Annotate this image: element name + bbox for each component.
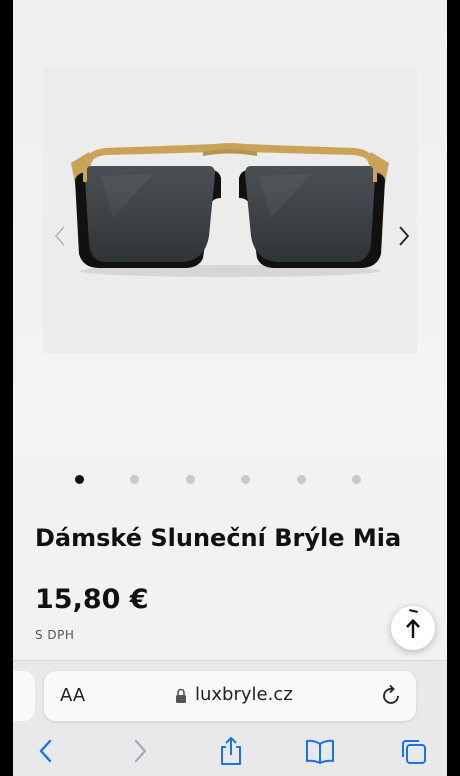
gallery-next-button[interactable] — [391, 222, 415, 250]
gallery-dot[interactable] — [75, 475, 84, 484]
phone-screen: Dámské Sluneční Brýle Mia 15,80 € S DPH … — [13, 0, 447, 776]
chevron-right-icon — [399, 226, 410, 246]
share-icon — [221, 737, 241, 765]
product-title: Dámské Sluneční Brýle Mia — [35, 524, 402, 552]
bookmarks-button[interactable] — [305, 735, 335, 767]
gallery-pagination — [13, 475, 447, 487]
safari-bottom-bar: AA luxbryle.cz — [13, 660, 447, 776]
text-size-label: AA — [60, 685, 86, 706]
back-button[interactable] — [31, 735, 61, 767]
gallery-dot[interactable] — [241, 475, 250, 484]
lock-icon — [176, 688, 186, 703]
arrow-up-icon — [406, 619, 420, 638]
address-bar[interactable]: AA luxbryle.cz — [44, 671, 416, 721]
product-gallery — [13, 0, 447, 455]
chevron-right-icon — [134, 739, 147, 763]
chevron-left-icon — [39, 739, 52, 763]
scroll-indicator — [408, 609, 419, 613]
gallery-dot[interactable] — [297, 475, 306, 484]
previous-tab-preview[interactable] — [13, 671, 35, 721]
tabs-button[interactable] — [399, 735, 429, 767]
book-icon — [306, 739, 334, 764]
gallery-dot[interactable] — [130, 475, 139, 484]
forward-button[interactable] — [125, 735, 155, 767]
chevron-left-icon — [54, 226, 65, 246]
url-text: luxbryle.cz — [195, 684, 293, 705]
scroll-to-top-button[interactable] — [391, 606, 435, 650]
gallery-dot[interactable] — [186, 475, 195, 484]
gallery-dot[interactable] — [352, 475, 361, 484]
share-button[interactable] — [216, 735, 246, 767]
sunglasses-image — [71, 143, 389, 277]
product-image[interactable] — [43, 68, 417, 353]
reload-icon[interactable] — [381, 684, 403, 708]
product-price: 15,80 € — [35, 584, 149, 615]
text-size-button[interactable]: AA — [60, 685, 85, 706]
tax-note: S DPH — [35, 628, 75, 642]
tabs-icon — [402, 740, 426, 764]
safari-toolbar — [13, 733, 447, 773]
gallery-prev-button[interactable] — [49, 222, 73, 250]
